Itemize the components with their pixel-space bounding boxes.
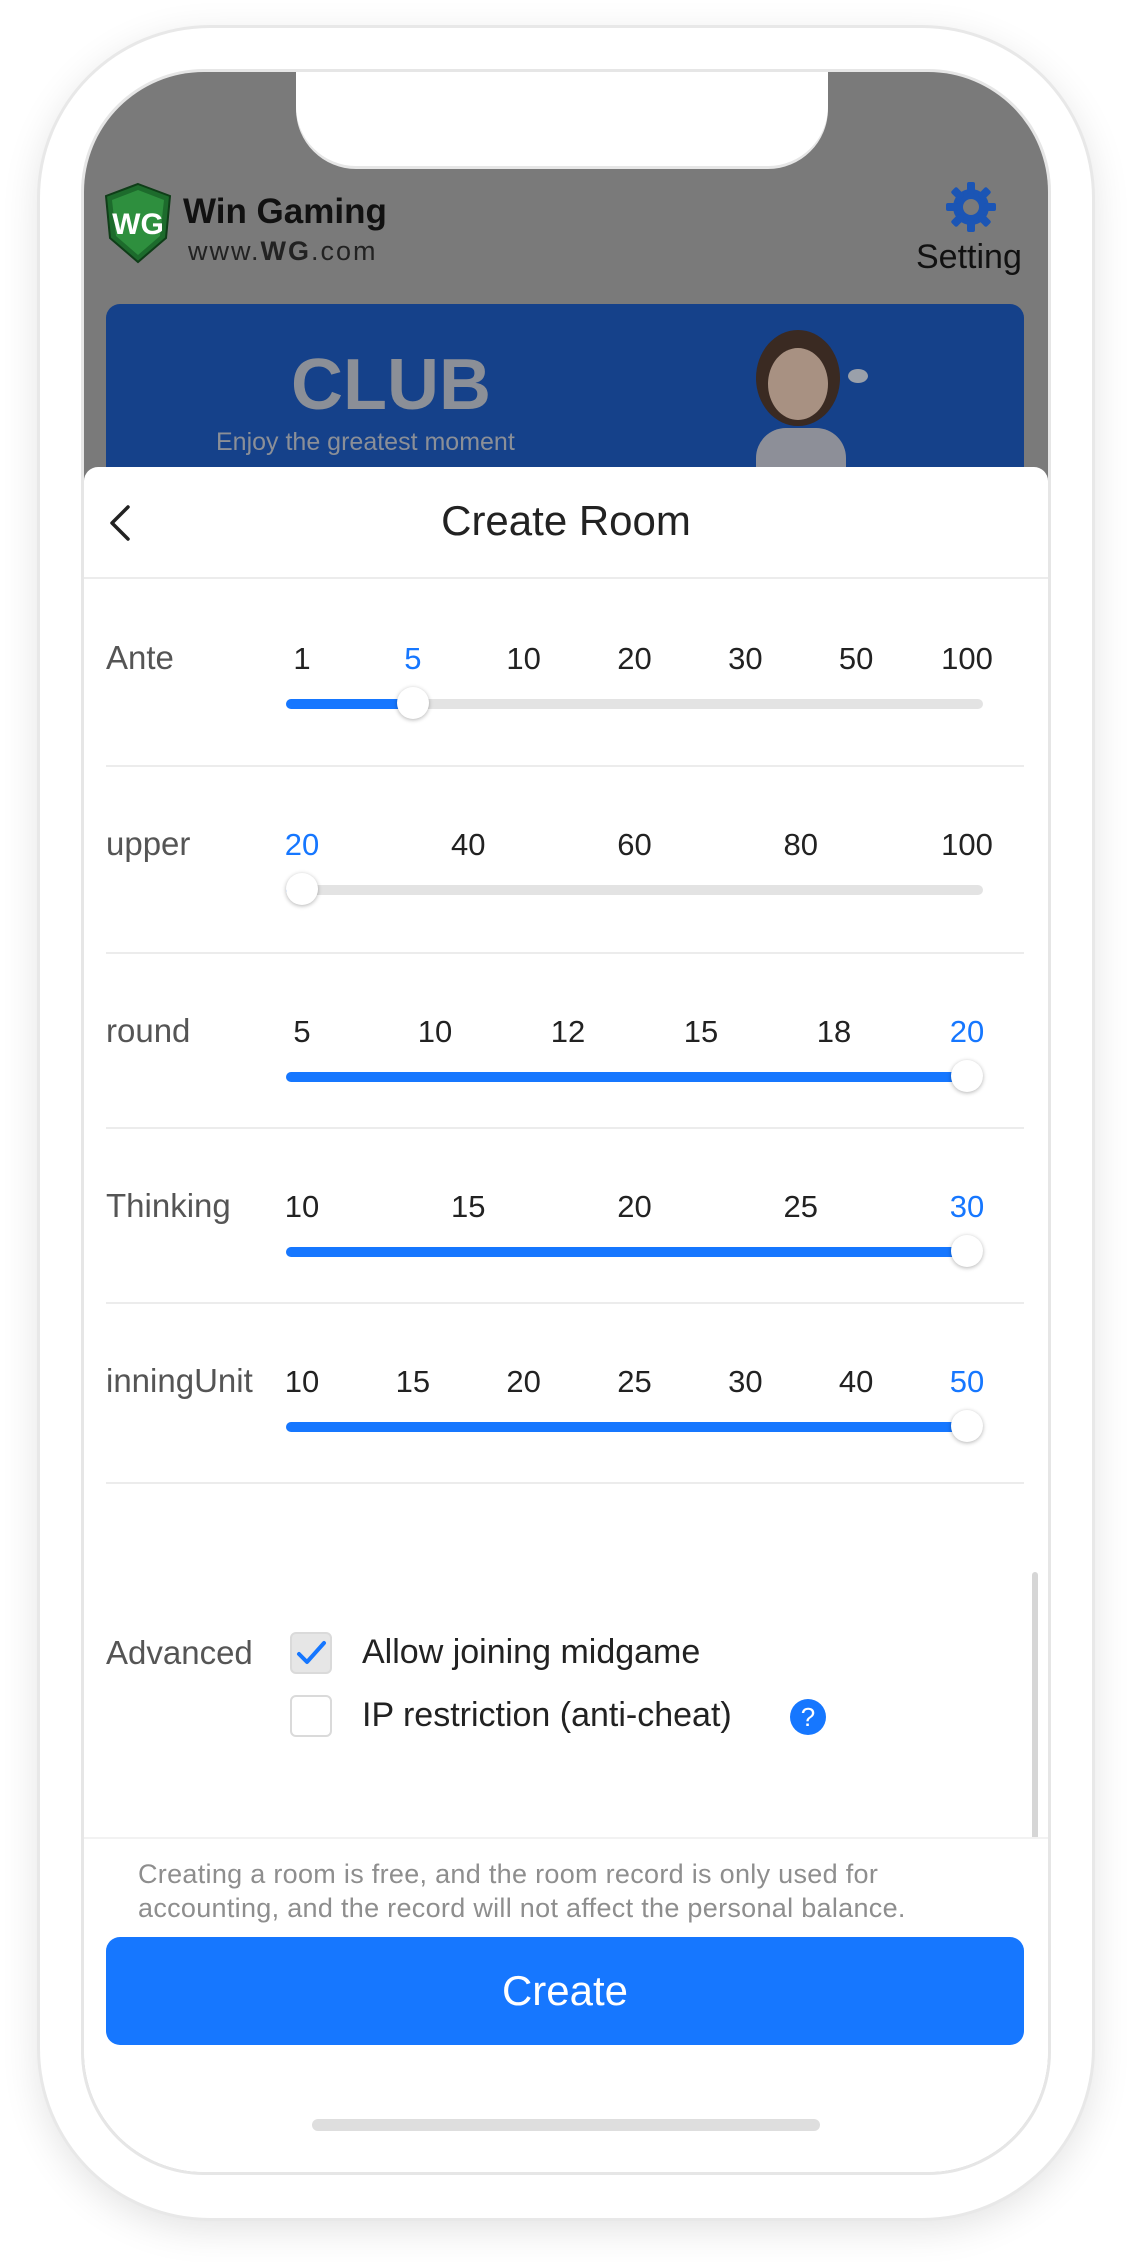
slider-track[interactable] bbox=[286, 1060, 983, 1092]
slider-track[interactable] bbox=[286, 1235, 983, 1267]
slider-fill bbox=[286, 1072, 967, 1082]
slider-tick[interactable]: 50 bbox=[839, 641, 873, 677]
allow-midgame-label[interactable]: Allow joining midgame bbox=[362, 1633, 700, 1672]
slider-tick[interactable]: 80 bbox=[784, 827, 818, 863]
slider-tick[interactable]: 25 bbox=[617, 1364, 651, 1400]
slider-thumb[interactable] bbox=[286, 873, 318, 905]
ip-restriction-checkbox[interactable] bbox=[290, 1695, 332, 1737]
banner-title: CLUB bbox=[291, 345, 491, 425]
footer: Creating a room is free, and the room re… bbox=[84, 1837, 1048, 2172]
slider-label: upper bbox=[106, 825, 191, 862]
logo-shield-icon: WG bbox=[104, 182, 172, 264]
slider-tick[interactable]: 5 bbox=[404, 641, 421, 677]
slider-tick[interactable]: 10 bbox=[285, 1189, 319, 1225]
home-indicator bbox=[312, 2119, 820, 2131]
slider-fill bbox=[286, 699, 413, 709]
slider-tick[interactable]: 40 bbox=[451, 827, 485, 863]
logo-text: WG bbox=[112, 208, 164, 241]
slider-tick[interactable]: 20 bbox=[950, 1014, 984, 1050]
slider-fill bbox=[286, 1422, 967, 1432]
allow-midgame-checkbox[interactable] bbox=[290, 1632, 332, 1674]
slider-tick[interactable]: 15 bbox=[684, 1014, 718, 1050]
slider-tick[interactable]: 100 bbox=[941, 827, 993, 863]
slider-tick[interactable]: 25 bbox=[784, 1189, 818, 1225]
slider-tick[interactable]: 20 bbox=[617, 1189, 651, 1225]
slider-tick[interactable]: 60 bbox=[617, 827, 651, 863]
slider-label: round bbox=[106, 1012, 191, 1049]
slider-tick[interactable]: 30 bbox=[950, 1189, 984, 1225]
setting-label[interactable]: Setting bbox=[916, 238, 1022, 277]
help-icon[interactable]: ? bbox=[790, 1699, 826, 1735]
slider-tick[interactable]: 30 bbox=[728, 641, 762, 677]
slider-row-thinking: Thinking 10 15 20 25 30 bbox=[106, 1127, 1024, 1304]
slider-row-upper: upper 20 40 60 80 100 bbox=[106, 765, 1024, 954]
slider-thumb[interactable] bbox=[951, 1410, 983, 1442]
slider-tick[interactable]: 12 bbox=[551, 1014, 585, 1050]
slider-label: Thinking bbox=[106, 1187, 231, 1224]
slider-label: inningUnit bbox=[106, 1362, 253, 1399]
sheet-header: Create Room bbox=[84, 467, 1048, 579]
screen: WG Win Gaming www.WG.com Setting CLUB En… bbox=[84, 72, 1048, 2172]
slider-tick[interactable]: 10 bbox=[506, 641, 540, 677]
free-notice-text: Creating a room is free, and the room re… bbox=[138, 1859, 906, 1923]
gear-icon[interactable] bbox=[944, 180, 998, 234]
slider-tick[interactable]: 10 bbox=[285, 1364, 319, 1400]
slider-thumb[interactable] bbox=[951, 1060, 983, 1092]
slider-row-inningunit: inningUnit 10 15 20 25 30 40 50 bbox=[106, 1302, 1024, 1484]
phone-notch bbox=[296, 72, 828, 166]
slider-tick[interactable]: 10 bbox=[418, 1014, 452, 1050]
page-title: Create Room bbox=[441, 497, 691, 544]
slider-tick[interactable]: 18 bbox=[817, 1014, 851, 1050]
slider-fill bbox=[286, 1247, 967, 1257]
slider-label: Ante bbox=[106, 639, 174, 676]
ip-restriction-label[interactable]: IP restriction (anti-cheat) bbox=[362, 1696, 732, 1735]
slider-tick[interactable]: 20 bbox=[285, 827, 319, 863]
slider-tick[interactable]: 40 bbox=[839, 1364, 873, 1400]
slider-track[interactable] bbox=[286, 873, 983, 905]
check-icon bbox=[297, 1641, 326, 1664]
brand-url: www.WG.com bbox=[188, 236, 378, 266]
slider-tick[interactable]: 15 bbox=[451, 1189, 485, 1225]
slider-thumb[interactable] bbox=[396, 687, 429, 719]
slider-tick[interactable]: 30 bbox=[728, 1364, 762, 1400]
slider-row-round: round 5 10 12 15 18 20 bbox=[106, 952, 1024, 1129]
slider-tick[interactable]: 1 bbox=[293, 641, 310, 677]
slider-tick[interactable]: 20 bbox=[617, 641, 651, 677]
slider-track[interactable] bbox=[286, 1410, 983, 1442]
slider-tick[interactable]: 15 bbox=[396, 1364, 430, 1400]
slider-track[interactable] bbox=[286, 687, 983, 719]
banner-subtitle: Enjoy the greatest moment bbox=[216, 428, 515, 456]
advanced-label: Advanced bbox=[106, 1634, 253, 1671]
slider-tick[interactable]: 50 bbox=[950, 1364, 984, 1400]
slider-row-ante: Ante 1 5 10 20 30 50 100 bbox=[106, 577, 1024, 767]
create-button[interactable]: Create bbox=[106, 1937, 1024, 2045]
slider-tick[interactable]: 100 bbox=[941, 641, 993, 677]
slider-thumb[interactable] bbox=[951, 1235, 983, 1267]
brand-name: Win Gaming bbox=[183, 192, 387, 231]
slider-tick[interactable]: 5 bbox=[293, 1014, 310, 1050]
slider-tick[interactable]: 20 bbox=[506, 1364, 540, 1400]
